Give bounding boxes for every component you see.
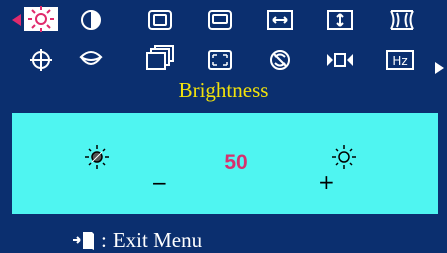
menu-scroll-right-arrow-icon[interactable]	[435, 62, 444, 74]
horizontal-position-icon[interactable]	[143, 8, 177, 32]
exit-menu-label: Exit Menu	[112, 228, 203, 252]
rotation-icon[interactable]	[203, 48, 237, 72]
svg-text:Hz: Hz	[392, 54, 407, 68]
brightness-icon[interactable]	[24, 6, 58, 32]
pincushion-icon[interactable]	[385, 8, 419, 32]
contrast-icon[interactable]	[74, 8, 108, 32]
exit-menu-hint[interactable]: : Exit Menu	[72, 228, 202, 252]
osd-window: Hz Brightness − 50 +: Exit Menu	[0, 0, 447, 253]
exit-door-icon	[72, 229, 96, 251]
vertical-size-icon[interactable]	[323, 8, 357, 32]
brightness-increase-icon[interactable]	[330, 143, 358, 176]
footer-bar	[0, 214, 447, 253]
moire-icon[interactable]	[323, 48, 357, 72]
geometry-icon[interactable]	[24, 48, 58, 72]
menu-scroll-left-arrow-icon[interactable]	[12, 14, 21, 26]
trapezoid-icon[interactable]	[143, 45, 177, 70]
decrease-label: −	[151, 171, 168, 195]
horizontal-size-icon[interactable]	[263, 8, 297, 32]
adjust-panel-frame: − 50 +	[0, 104, 447, 214]
brightness-adjust-area[interactable]: − 50 +	[12, 113, 438, 214]
degauss-icon[interactable]	[263, 48, 297, 72]
vertical-position-icon[interactable]	[203, 8, 237, 32]
brightness-decrease-icon[interactable]	[83, 143, 111, 176]
frequency-icon[interactable]: Hz	[383, 48, 417, 72]
brightness-value: 50	[224, 151, 248, 174]
exit-colon: :	[101, 228, 107, 252]
pinbalance-icon[interactable]	[74, 48, 108, 72]
menu-title: Brightness	[178, 78, 269, 102]
